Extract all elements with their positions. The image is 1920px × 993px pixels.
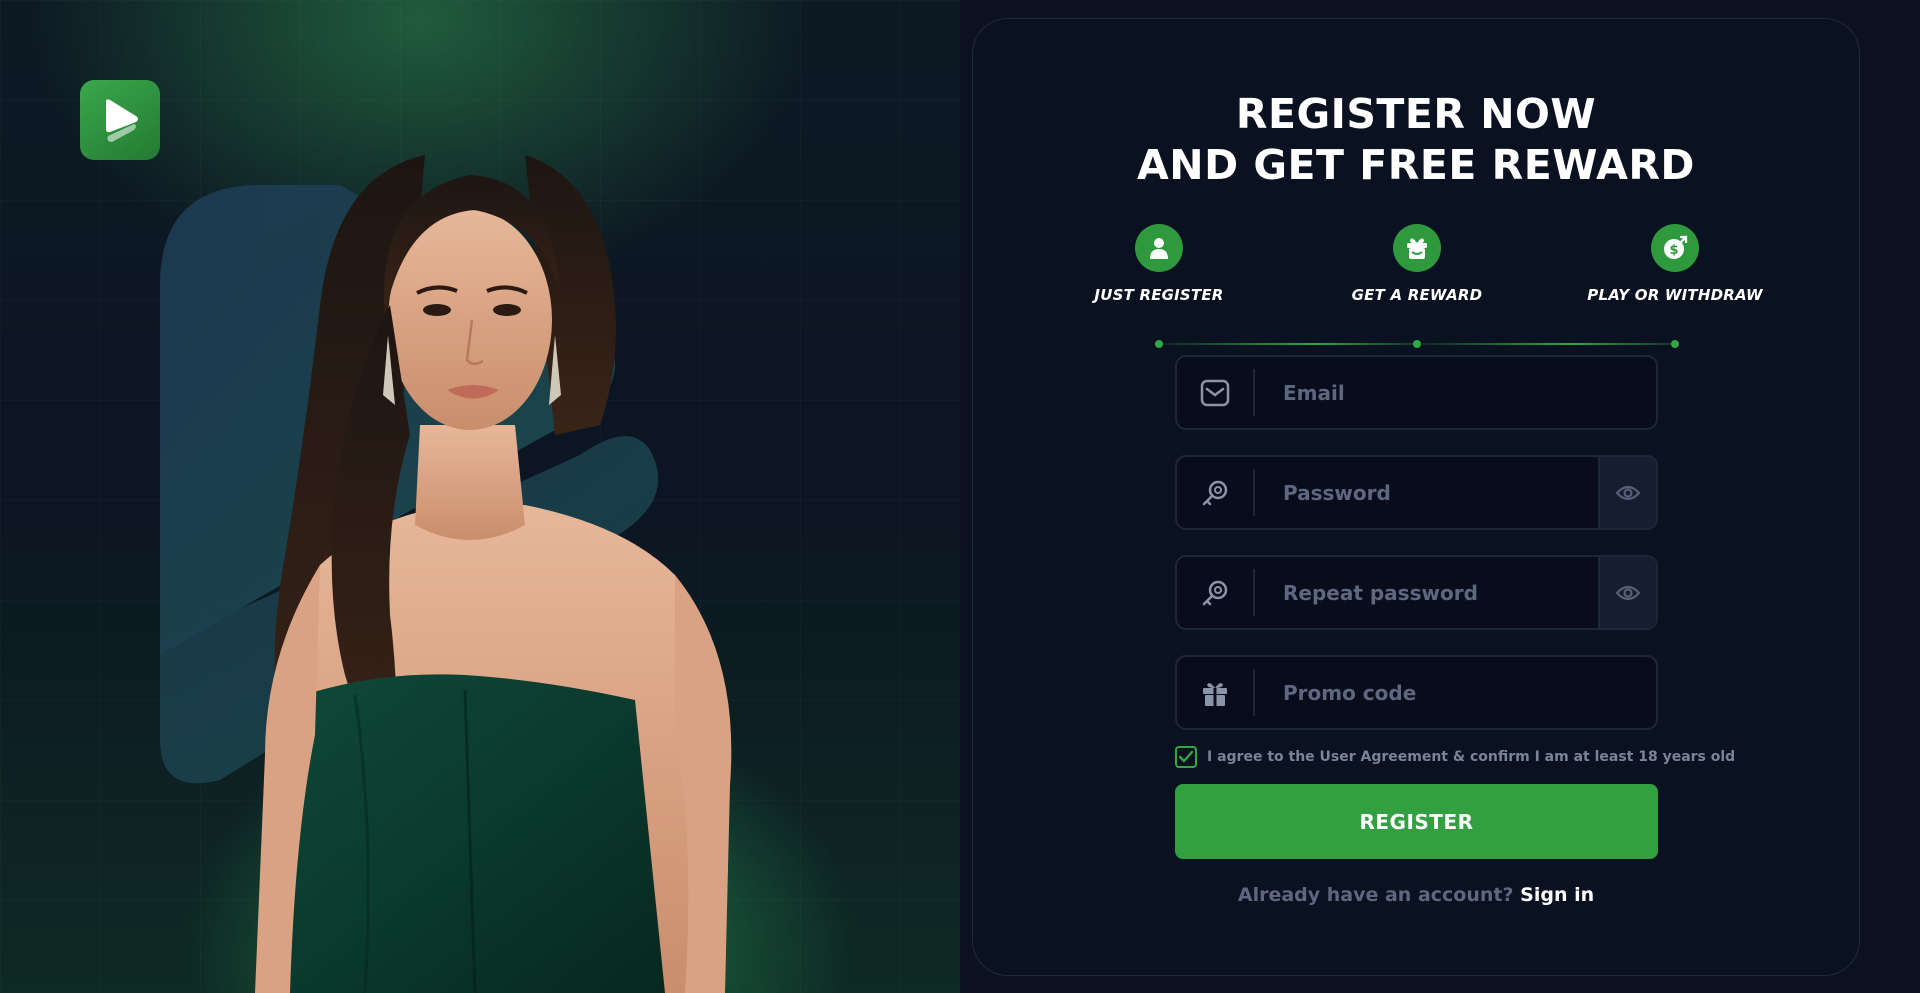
steps-progress: JUST REGISTER GET A REWARD $ PLAY OR WIT… [973, 224, 1859, 349]
page-title: REGISTER NOW AND GET FREE REWARD [973, 89, 1859, 191]
title-line-2: AND GET FREE REWARD [1137, 141, 1695, 189]
eye-icon [1615, 485, 1641, 500]
promo-code-field[interactable] [1175, 655, 1658, 730]
checkmark-icon [1179, 751, 1193, 763]
key-icon [1177, 569, 1255, 616]
step-dot-2 [1413, 340, 1421, 348]
toggle-password-visibility[interactable] [1598, 457, 1656, 528]
eye-icon [1615, 585, 1641, 600]
money-bag-icon: $ [1651, 224, 1699, 272]
key-icon [1177, 469, 1255, 516]
agreement-row: I agree to the User Agreement & confirm … [1175, 745, 1735, 769]
mail-icon [1177, 369, 1255, 416]
title-line-1: REGISTER NOW [1235, 90, 1597, 138]
step-play-withdraw: $ PLAY OR WITHDRAW [1555, 224, 1795, 304]
register-panel: REGISTER NOW AND GET FREE REWARD JUST RE… [972, 18, 1860, 976]
step-just-register: JUST REGISTER [1039, 224, 1279, 304]
signin-row: Already have an account? Sign in [973, 884, 1859, 906]
step-dot-1 [1155, 340, 1163, 348]
email-field[interactable] [1175, 355, 1658, 430]
step-connector-2 [1421, 343, 1673, 345]
play-logo-icon [106, 99, 138, 142]
repeat-password-input[interactable] [1255, 557, 1598, 628]
signin-question: Already have an account? [1237, 884, 1514, 906]
user-icon [1135, 224, 1183, 272]
brand-logo[interactable] [80, 80, 160, 160]
gift-icon [1177, 669, 1255, 716]
promo-code-input[interactable] [1255, 657, 1656, 728]
model-portrait-image [255, 155, 732, 993]
email-input[interactable] [1255, 357, 1656, 428]
repeat-password-field[interactable] [1175, 555, 1658, 630]
step-label-2: GET A REWARD [1351, 286, 1483, 304]
step-label-3: PLAY OR WITHDRAW [1587, 286, 1763, 304]
step-connector-1 [1163, 343, 1415, 345]
step-label-1: JUST REGISTER [1094, 286, 1224, 304]
svg-text:$: $ [1669, 243, 1678, 258]
register-button[interactable]: REGISTER [1175, 784, 1658, 859]
password-input[interactable] [1255, 457, 1598, 528]
password-field[interactable] [1175, 455, 1658, 530]
hero-section [0, 0, 960, 993]
toggle-repeat-password-visibility[interactable] [1598, 557, 1656, 628]
agreement-checkbox[interactable] [1175, 746, 1197, 768]
step-dot-3 [1671, 340, 1679, 348]
signin-link[interactable]: Sign in [1520, 884, 1594, 906]
agreement-label[interactable]: I agree to the User Agreement & confirm … [1207, 749, 1735, 765]
gift-box-icon [1393, 224, 1441, 272]
step-get-reward: GET A REWARD [1297, 224, 1537, 304]
